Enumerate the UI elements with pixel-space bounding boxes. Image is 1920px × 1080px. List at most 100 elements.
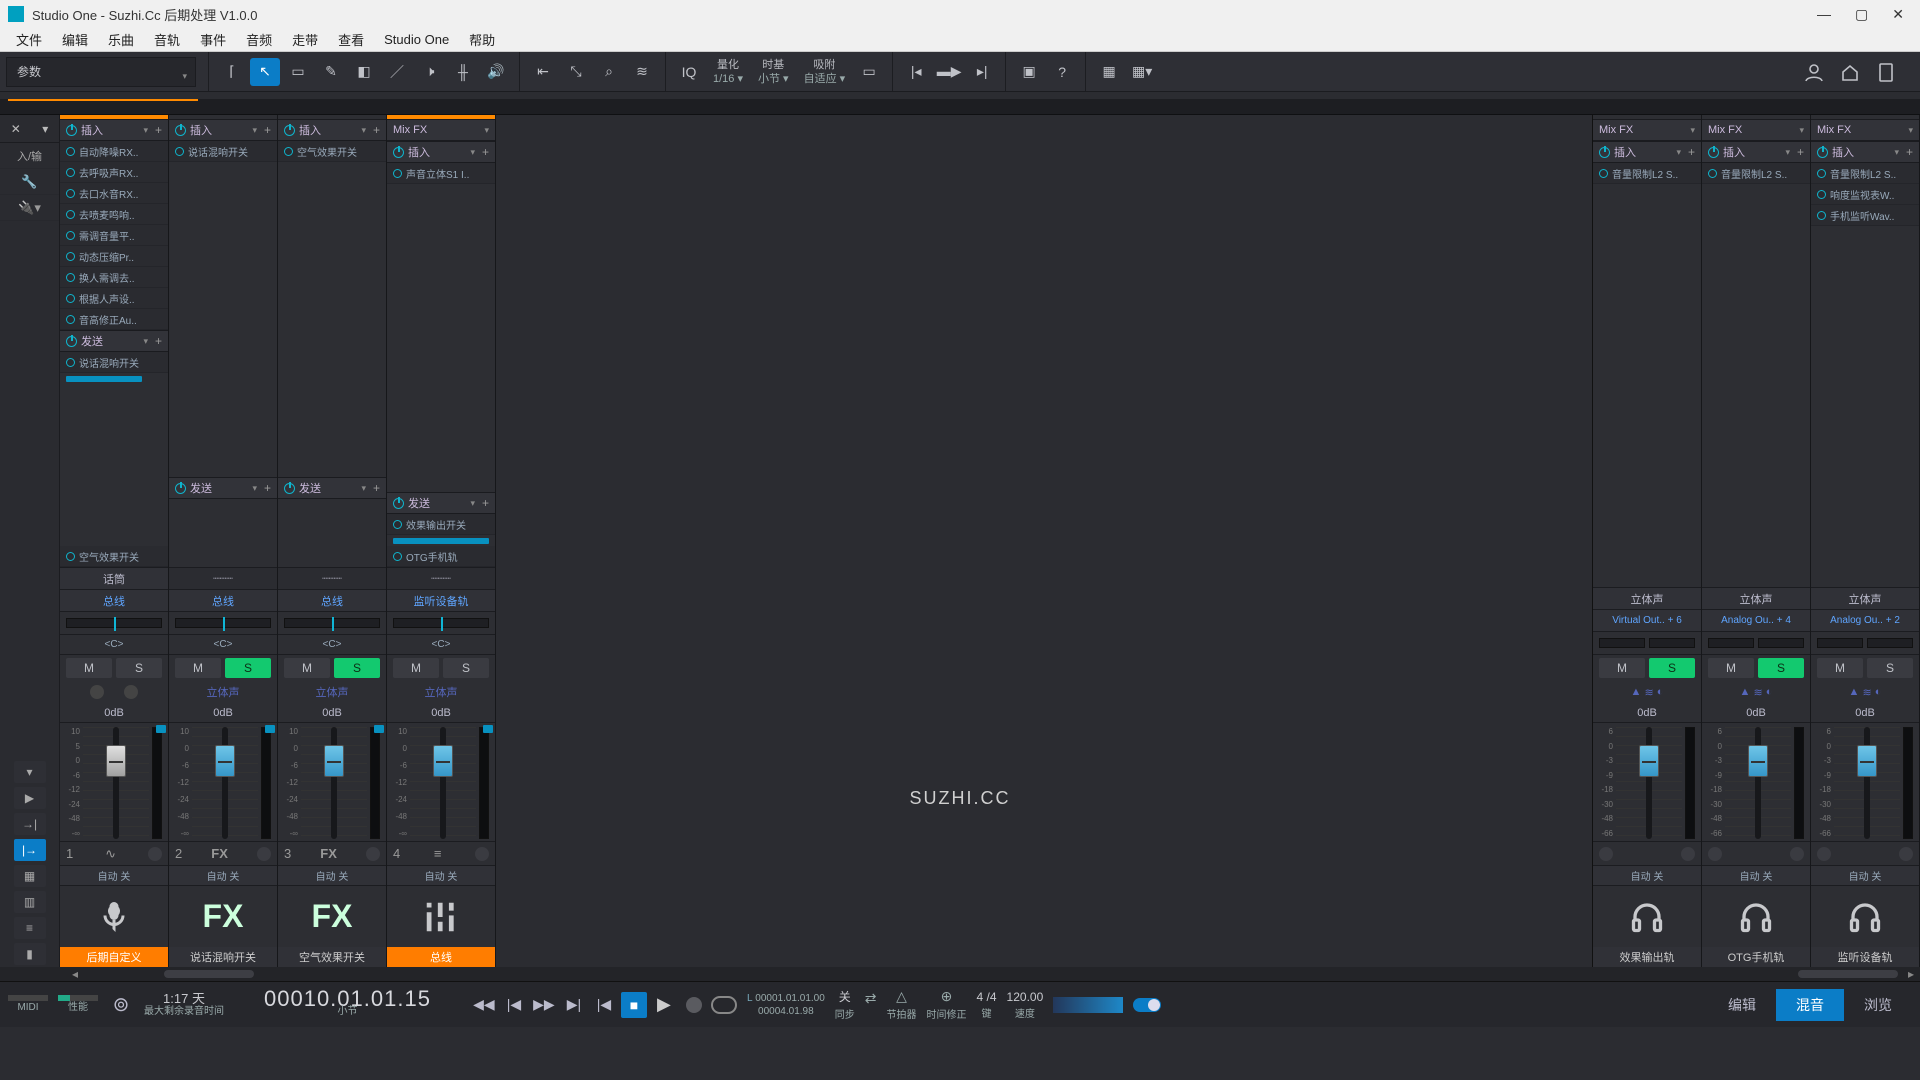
nav-play-icon[interactable]: ▬▶ bbox=[934, 58, 964, 86]
r3-solo-button[interactable]: S bbox=[1867, 658, 1913, 678]
console-hscroll[interactable]: ◂ ▸ bbox=[0, 967, 1920, 981]
r2-stereo-label[interactable]: 立体声 bbox=[1702, 587, 1810, 609]
ch4-name[interactable]: 总线 bbox=[387, 947, 495, 967]
tab-edit[interactable]: 编辑 bbox=[1708, 989, 1776, 1021]
r3-b-icon[interactable] bbox=[1899, 847, 1913, 861]
wrench-icon[interactable]: 🔧 bbox=[0, 169, 59, 195]
prev-button[interactable]: |◀ bbox=[501, 992, 527, 1018]
menu-event[interactable]: 事件 bbox=[190, 28, 236, 51]
ch1-insert-header[interactable]: 插入▾+ bbox=[60, 119, 168, 141]
stop-button[interactable]: ■ bbox=[621, 992, 647, 1018]
r1-name[interactable]: 效果输出轨 bbox=[1593, 947, 1701, 967]
r1-stereo-label[interactable]: 立体声 bbox=[1593, 587, 1701, 609]
paint-tool-icon[interactable]: ／ bbox=[382, 58, 412, 86]
r2-solo-button[interactable]: S bbox=[1758, 658, 1804, 678]
ripple-icon[interactable]: ≋ bbox=[627, 58, 657, 86]
snap-icon[interactable]: ▭ bbox=[854, 58, 884, 86]
ch2-pan[interactable] bbox=[175, 618, 271, 628]
home-icon[interactable] bbox=[1840, 62, 1860, 82]
ch3-name[interactable]: 空气效果开关 bbox=[278, 947, 386, 967]
ch3-opts-icon[interactable] bbox=[366, 847, 380, 861]
timebase-dropdown[interactable]: 时基小节 ▾ bbox=[752, 58, 795, 86]
ch1-fader[interactable] bbox=[83, 727, 149, 839]
r3-cue-icon[interactable]: ▲ bbox=[1849, 686, 1860, 698]
r1-link-icon[interactable]: ≋ bbox=[1645, 686, 1654, 699]
close-panel-icon[interactable]: ✕ bbox=[11, 122, 21, 136]
menu-help[interactable]: 帮助 bbox=[459, 28, 505, 51]
r1-mono-icon[interactable]: ◐ bbox=[1657, 686, 1664, 698]
zoom-icon[interactable]: ⌕ bbox=[594, 58, 624, 86]
ch2-solo-button[interactable]: S bbox=[225, 658, 271, 678]
rtz-button[interactable]: |◀ bbox=[591, 992, 617, 1018]
arrow-tool-icon[interactable]: ↖ bbox=[250, 58, 280, 86]
menu-track[interactable]: 音轨 bbox=[144, 28, 190, 51]
r2-link-icon[interactable]: ≋ bbox=[1754, 686, 1763, 699]
ch1-insert-item[interactable]: 换人需调去.. bbox=[60, 267, 168, 288]
r3-insert-header[interactable]: 插入▾+ bbox=[1811, 141, 1919, 163]
r2-pan-l[interactable] bbox=[1708, 638, 1754, 648]
output-icon[interactable]: |→ bbox=[14, 839, 46, 861]
ch1-pan[interactable] bbox=[66, 618, 162, 628]
record-button[interactable] bbox=[681, 992, 707, 1018]
ch3-mute-button[interactable]: M bbox=[284, 658, 330, 678]
main-time-display[interactable]: 00010.01.01.15小节 bbox=[264, 992, 431, 1018]
r3-name[interactable]: 监听设备轨 bbox=[1811, 947, 1919, 967]
menu-audio[interactable]: 音频 bbox=[236, 28, 282, 51]
eq-icon[interactable]: ≡ bbox=[14, 917, 46, 939]
ch1-insert-item[interactable]: 去呼吸声RX.. bbox=[60, 162, 168, 183]
precount-icon[interactable]: ⊚ bbox=[108, 992, 134, 1018]
ch2-mute-button[interactable]: M bbox=[175, 658, 221, 678]
r3-mixfx-header[interactable]: Mix FX▾ bbox=[1811, 119, 1919, 141]
r3-pan-r[interactable] bbox=[1867, 638, 1913, 648]
perf-meter[interactable]: 性能 bbox=[58, 995, 98, 1014]
ch4-insert-item[interactable]: 声音立体S1 I.. bbox=[387, 163, 495, 184]
ch1-wave-icon[interactable]: ∿ bbox=[105, 846, 116, 862]
iq-button[interactable]: IQ bbox=[674, 58, 704, 86]
ch1-insert-item[interactable]: 去喷麦鸣响.. bbox=[60, 204, 168, 225]
master-toggle[interactable] bbox=[1133, 998, 1161, 1012]
ch4-send-header[interactable]: 发送▾+ bbox=[387, 492, 495, 514]
ch3-insert-header[interactable]: 插入▾+ bbox=[278, 119, 386, 141]
ch1-send-level[interactable] bbox=[66, 376, 142, 382]
r3-insert-item[interactable]: 响度监视表W.. bbox=[1811, 184, 1919, 205]
ch2-clip-led[interactable] bbox=[265, 725, 275, 733]
ch1-db-value[interactable]: 0dB bbox=[60, 703, 168, 723]
ch4-send-item[interactable]: 效果输出开关 bbox=[387, 514, 495, 535]
r2-b-icon[interactable] bbox=[1790, 847, 1804, 861]
loop-button[interactable] bbox=[711, 992, 737, 1018]
metronome-button[interactable]: △节拍器 bbox=[887, 988, 917, 1021]
ch4-db-value[interactable]: 0dB bbox=[387, 703, 495, 723]
ch4-sliders-icon[interactable]: ≡ bbox=[434, 846, 442, 861]
sync-display[interactable]: 关同步 bbox=[835, 988, 855, 1021]
close-icon[interactable]: ✕ bbox=[1892, 6, 1904, 23]
r2-mono-icon[interactable]: ◐ bbox=[1766, 686, 1773, 698]
group-left-icon[interactable]: ⌈ bbox=[217, 58, 247, 86]
ch1-send-extra[interactable]: 空气效果开关 bbox=[60, 546, 168, 567]
ch1-insert-item[interactable]: 音高修正Au.. bbox=[60, 309, 168, 330]
r1-automation[interactable]: 自动 关 bbox=[1593, 865, 1701, 885]
menu-edit[interactable]: 编辑 bbox=[52, 28, 98, 51]
midi-activity[interactable]: MIDI bbox=[8, 995, 48, 1014]
minimize-icon[interactable]: — bbox=[1817, 6, 1831, 23]
ch2-name[interactable]: 说话混响开关 bbox=[169, 947, 277, 967]
r2-insert-header[interactable]: 插入▾+ bbox=[1702, 141, 1810, 163]
next-button[interactable]: ▶| bbox=[561, 992, 587, 1018]
ch1-solo-button[interactable]: S bbox=[116, 658, 162, 678]
ch1-name[interactable]: 后期自定义 bbox=[60, 947, 168, 967]
menu-view[interactable]: 查看 bbox=[328, 28, 374, 51]
ch1-insert-item[interactable]: 动态压缩Pr.. bbox=[60, 246, 168, 267]
quantize-dropdown[interactable]: 量化1/16 ▾ bbox=[707, 58, 749, 86]
timesig-display[interactable]: 4 /4键 bbox=[977, 990, 997, 1020]
ch1-automation[interactable]: 自动 关 bbox=[60, 865, 168, 885]
grid-icon[interactable]: ▦▾ bbox=[1127, 58, 1157, 86]
r1-a-icon[interactable] bbox=[1599, 847, 1613, 861]
tab-browse[interactable]: 浏览 bbox=[1844, 989, 1912, 1021]
nav-start-icon[interactable]: |◂ bbox=[901, 58, 931, 86]
r3-insert-item[interactable]: 手机监听Wav.. bbox=[1811, 205, 1919, 226]
input-icon[interactable]: →| bbox=[14, 813, 46, 835]
collapse-down-icon[interactable]: ▾ bbox=[14, 761, 46, 783]
ch3-stereo-label[interactable]: 立体声 bbox=[278, 681, 386, 703]
loop-range[interactable]: L 00001.01.01.0000004.01.98 bbox=[747, 992, 825, 1018]
play-button[interactable]: ▶ bbox=[651, 992, 677, 1018]
ch1-insert-item[interactable]: 去口水音RX.. bbox=[60, 183, 168, 204]
